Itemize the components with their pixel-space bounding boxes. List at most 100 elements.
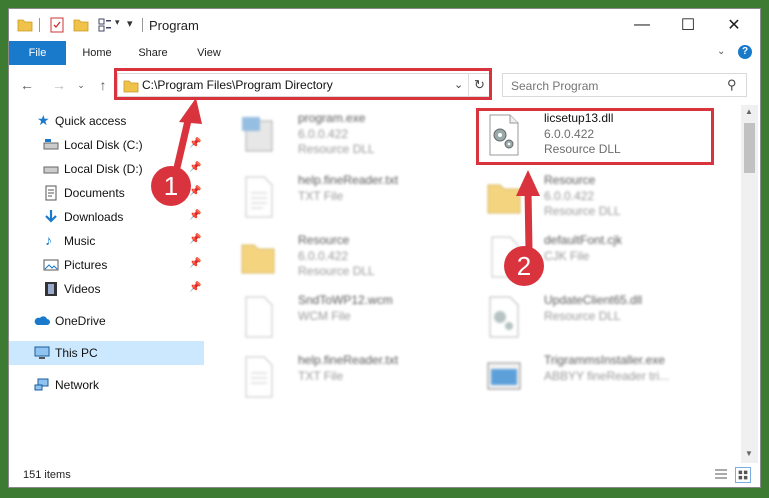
file-name: help.fineReader.txt bbox=[298, 173, 399, 187]
computer-icon bbox=[34, 346, 50, 359]
file-name: SndToWP12.wcm bbox=[298, 293, 393, 307]
sidebar-item-label: Pictures bbox=[64, 258, 108, 272]
text-file-icon bbox=[245, 176, 273, 218]
tab-home[interactable]: Home bbox=[75, 41, 119, 65]
tab-share[interactable]: Share bbox=[131, 41, 175, 65]
sidebar-item-videos[interactable]: Videos 📌 bbox=[9, 277, 204, 301]
scroll-up-icon[interactable]: ▲ bbox=[745, 107, 753, 116]
text-file-icon bbox=[245, 356, 273, 398]
new-folder-icon[interactable] bbox=[73, 17, 89, 33]
file-tile[interactable]: program.exe 6.0.0.422 Resource DLL bbox=[234, 105, 469, 163]
highlight-address-bar bbox=[114, 68, 492, 100]
large-icons-view-icon[interactable] bbox=[735, 467, 751, 483]
file-tile[interactable]: UpdateClient65.dll Resource DLL bbox=[480, 287, 715, 345]
search-box[interactable]: ⚲ bbox=[502, 73, 747, 97]
details-view-icon[interactable] bbox=[713, 468, 729, 482]
minimize-button[interactable]: — bbox=[619, 9, 665, 41]
file-tile[interactable]: SndToWP12.wcm WCM File bbox=[234, 287, 469, 345]
music-note-icon: ♪ bbox=[45, 232, 52, 248]
pin-icon[interactable]: 📌 bbox=[189, 234, 201, 245]
sidebar-item-quick-access[interactable]: ★ Quick access bbox=[9, 109, 204, 133]
properties-icon[interactable] bbox=[49, 17, 65, 33]
file-type: Resource DLL bbox=[544, 309, 621, 323]
sidebar-item-label: OneDrive bbox=[55, 314, 106, 328]
folder-icon bbox=[487, 184, 521, 214]
file-type: Resource DLL bbox=[298, 264, 375, 278]
file-type: WCM File bbox=[298, 309, 351, 323]
customize-qa-icon[interactable]: ▾ bbox=[127, 17, 133, 30]
sidebar-item-music[interactable]: ♪ Music 📌 bbox=[9, 229, 204, 253]
file-name: help.fineReader.txt bbox=[298, 353, 399, 367]
file-type: CJK File bbox=[544, 249, 590, 263]
minimize-icon: — bbox=[634, 16, 650, 33]
search-icon[interactable]: ⚲ bbox=[727, 77, 737, 93]
close-button[interactable]: ✕ bbox=[711, 9, 757, 41]
qa-divider bbox=[39, 18, 40, 32]
sidebar-item-network[interactable]: Network bbox=[9, 373, 204, 397]
maximize-icon: ☐ bbox=[680, 17, 696, 34]
dll-gear-file-icon bbox=[489, 296, 519, 338]
sidebar-item-label: Local Disk (C:) bbox=[64, 138, 143, 152]
vertical-scrollbar[interactable]: ▲ ▼ bbox=[741, 105, 758, 463]
up-arrow-icon[interactable]: ↑ bbox=[93, 75, 113, 95]
file-name: program.exe bbox=[298, 111, 366, 125]
pin-icon[interactable]: 📌 bbox=[189, 162, 201, 173]
view-options-icon[interactable] bbox=[97, 17, 113, 33]
file-tile[interactable]: help.fineReader.txt TXT File bbox=[234, 167, 469, 225]
scrollbar-thumb[interactable] bbox=[744, 123, 755, 173]
close-icon: ✕ bbox=[727, 17, 741, 34]
file-name: defaultFont.cjk bbox=[544, 233, 623, 247]
file-name: UpdateClient65.dll bbox=[544, 293, 643, 307]
ribbon-tabs: File Home Share View ⌄ ? bbox=[9, 41, 760, 65]
back-arrow-icon[interactable]: ← bbox=[17, 75, 37, 95]
sidebar-item-local-disk-c[interactable]: Local Disk (C:) 📌 bbox=[9, 133, 204, 157]
scroll-down-icon[interactable]: ▼ bbox=[745, 449, 753, 458]
cloud-icon bbox=[34, 316, 50, 325]
file-type: ABBYY fineReader tri... bbox=[544, 369, 670, 383]
folder-icon bbox=[17, 19, 33, 32]
file-version: 6.0.0.422 bbox=[298, 127, 349, 141]
expand-ribbon-icon[interactable]: ⌄ bbox=[717, 46, 725, 57]
file-type: Resource DLL bbox=[298, 142, 375, 156]
tab-view[interactable]: View bbox=[187, 41, 231, 65]
sidebar-item-this-pc[interactable]: This PC bbox=[9, 341, 204, 365]
navigation-pane: ★ Quick access Local Disk (C:) 📌 Local D… bbox=[9, 107, 205, 462]
file-name: Resource bbox=[544, 173, 596, 187]
maximize-button[interactable]: ☐ bbox=[665, 9, 711, 41]
pin-icon[interactable]: 📌 bbox=[189, 210, 201, 221]
drive-icon bbox=[43, 139, 59, 150]
chevron-down-icon[interactable]: ▾ bbox=[115, 17, 120, 28]
tab-file[interactable]: File bbox=[9, 41, 66, 65]
installer-exe-icon bbox=[487, 362, 521, 390]
file-tile[interactable]: Resource 6.0.0.422 Resource DLL bbox=[234, 227, 469, 285]
recent-locations-icon[interactable]: ⌄ bbox=[71, 75, 91, 95]
pin-icon[interactable]: 📌 bbox=[189, 138, 201, 149]
pin-icon[interactable]: 📌 bbox=[189, 282, 201, 293]
sidebar-item-onedrive[interactable]: OneDrive bbox=[9, 309, 204, 333]
sidebar-item-label: Music bbox=[64, 234, 96, 248]
search-input[interactable] bbox=[509, 77, 713, 95]
sidebar-item-label: Network bbox=[55, 378, 100, 392]
network-icon bbox=[34, 378, 49, 391]
star-icon: ★ bbox=[37, 112, 50, 128]
sidebar-item-label: Quick access bbox=[55, 114, 127, 128]
sidebar-item-downloads[interactable]: Downloads 📌 bbox=[9, 205, 204, 229]
item-count: 151 items bbox=[23, 469, 71, 481]
generic-file-icon bbox=[245, 296, 273, 338]
file-version: 6.0.0.422 bbox=[298, 249, 349, 263]
file-tile[interactable]: TrigrammsInstaller.exe ABBYY fineReader … bbox=[480, 347, 715, 405]
window-title: Program bbox=[149, 18, 199, 33]
drive-icon bbox=[43, 166, 59, 174]
help-icon[interactable]: ? bbox=[738, 45, 752, 59]
title-divider bbox=[142, 18, 143, 32]
file-tile[interactable]: help.fineReader.txt TXT File bbox=[234, 347, 469, 405]
file-tile[interactable]: Resource 6.0.0.422 Resource DLL bbox=[480, 167, 715, 225]
pin-icon[interactable]: 📌 bbox=[189, 258, 201, 269]
pictures-icon bbox=[43, 259, 59, 271]
sidebar-item-label: Local Disk (D:) bbox=[64, 162, 143, 176]
file-name: TrigrammsInstaller.exe bbox=[544, 353, 665, 367]
folder-icon bbox=[241, 244, 275, 274]
forward-arrow-icon[interactable]: → bbox=[49, 75, 69, 95]
sidebar-item-pictures[interactable]: Pictures 📌 bbox=[9, 253, 204, 277]
title-bar: ▾ ▾ Program — ☐ ✕ bbox=[9, 9, 760, 41]
